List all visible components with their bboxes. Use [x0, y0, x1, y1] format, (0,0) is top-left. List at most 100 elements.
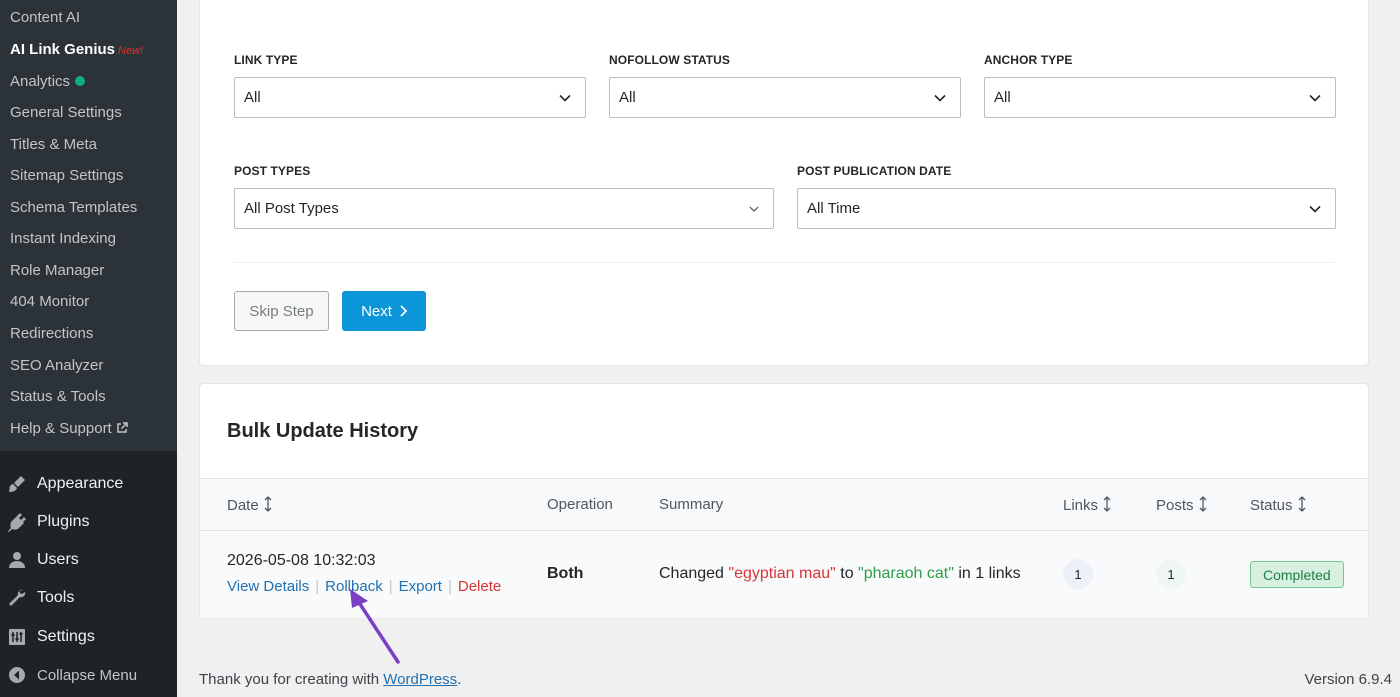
table-header: Date Operation Summary Links Posts Statu…	[200, 478, 1368, 531]
external-link-icon	[116, 422, 128, 433]
column-header-label: Posts	[1156, 497, 1194, 514]
submenu-item-help-support[interactable]: Help & Support	[10, 419, 128, 439]
bulk-update-history-card: Bulk Update History Date Operation Summa…	[199, 383, 1369, 617]
settings-icon	[7, 627, 27, 647]
footer-thanks-prefix: Thank you for creating with	[199, 671, 384, 688]
submenu-item-content-ai[interactable]: Content AI	[10, 8, 80, 28]
summary-suffix: in 1 links	[953, 565, 1021, 582]
export-link[interactable]: Export	[399, 578, 442, 595]
menu-item-label: Users	[37, 551, 79, 568]
link-type-select[interactable]: All	[234, 77, 586, 118]
collapse-menu-button[interactable]: Collapse Menu	[0, 657, 177, 693]
sort-icon	[1103, 496, 1111, 512]
submenu-item-label: AI Link Genius	[10, 41, 116, 58]
column-header-label: Status	[1250, 497, 1293, 514]
column-header-status[interactable]: Status	[1250, 496, 1306, 514]
post-publication-date-label: POST PUBLICATION DATE	[797, 164, 952, 178]
sort-icon	[264, 496, 272, 512]
submenu-item-analytics[interactable]: Analytics	[10, 72, 86, 92]
filter-card: LINK TYPE All NOFOLLOW STATUS All ANCHOR…	[199, 0, 1369, 366]
paintbrush-icon	[7, 474, 27, 494]
collapse-icon	[7, 665, 27, 685]
divider	[233, 262, 1335, 263]
menu-item-tools[interactable]: Tools	[0, 580, 177, 616]
row-date: 2026-05-08 10:32:03	[227, 552, 376, 569]
admin-sidebar: Content AI AI Link Genius New! Analytics …	[0, 0, 177, 697]
action-separator: |	[388, 578, 393, 595]
wordpress-link[interactable]: WordPress	[383, 671, 457, 688]
action-separator: |	[447, 578, 452, 595]
links-count-badge: 1	[1063, 559, 1093, 589]
submenu-item-schema-templates[interactable]: Schema Templates	[10, 198, 137, 218]
menu-item-label: Appearance	[37, 475, 124, 492]
view-details-link[interactable]: View Details	[227, 578, 309, 595]
nofollow-status-select[interactable]: All	[609, 77, 961, 118]
skip-step-label: Skip Step	[249, 302, 314, 320]
submenu-item-sitemap-settings[interactable]: Sitemap Settings	[10, 166, 123, 186]
post-types-select[interactable]: All Post Types	[234, 188, 774, 229]
nofollow-status-value: All	[619, 89, 636, 106]
submenu-item-instant-indexing[interactable]: Instant Indexing	[10, 229, 116, 249]
status-badge: Completed	[1250, 561, 1344, 588]
column-header-links[interactable]: Links	[1063, 496, 1111, 514]
delete-link[interactable]: Delete	[458, 578, 501, 595]
footer-version: Version 6.9.4	[1304, 671, 1392, 688]
new-badge: New!	[118, 45, 144, 57]
menu-item-label: Plugins	[37, 513, 90, 530]
column-header-date[interactable]: Date	[227, 496, 272, 514]
chevron-down-icon	[1309, 205, 1321, 213]
menu-item-settings[interactable]: Settings	[0, 619, 177, 655]
summary-to: "pharaoh cat"	[858, 565, 954, 582]
wrench-icon	[7, 588, 27, 608]
submenu-item-404-monitor[interactable]: 404 Monitor	[10, 292, 89, 312]
sort-icon	[1199, 496, 1206, 512]
column-header-summary: Summary	[659, 496, 724, 513]
sort-icon	[1298, 496, 1305, 512]
posts-count-badge: 1	[1156, 559, 1186, 589]
column-header-label: Date	[227, 497, 259, 514]
column-header-operation: Operation	[547, 496, 613, 513]
post-types-value: All Post Types	[244, 200, 339, 217]
skip-step-button[interactable]: Skip Step	[234, 291, 329, 331]
menu-item-label: Tools	[37, 589, 75, 606]
anchor-type-select[interactable]: All	[984, 77, 1336, 118]
rank-math-submenu: Content AI AI Link Genius New! Analytics …	[0, 0, 177, 451]
submenu-item-status-tools[interactable]: Status & Tools	[10, 387, 106, 407]
next-label: Next	[361, 302, 392, 320]
submenu-item-role-manager[interactable]: Role Manager	[10, 261, 104, 281]
table-row: 2026-05-08 10:32:03 View Details | Rollbac…	[200, 532, 1368, 617]
submenu-item-general-settings[interactable]: General Settings	[10, 103, 122, 123]
status-dot-icon	[75, 76, 86, 86]
main-content: LINK TYPE All NOFOLLOW STATUS All ANCHOR…	[177, 0, 1400, 697]
summary-from: "egyptian mau"	[728, 565, 836, 582]
menu-item-appearance[interactable]: Appearance	[0, 466, 177, 502]
chevron-right-icon	[400, 305, 407, 317]
column-header-posts[interactable]: Posts	[1156, 496, 1207, 514]
action-separator: |	[315, 578, 320, 595]
menu-item-plugins[interactable]: Plugins	[0, 504, 177, 540]
menu-item-users[interactable]: Users	[0, 542, 177, 578]
submenu-item-redirections[interactable]: Redirections	[10, 324, 93, 344]
footer-thanks-suffix: .	[457, 671, 462, 688]
submenu-item-ai-link-genius[interactable]: AI Link Genius New!	[10, 40, 143, 61]
anchor-type-value: All	[994, 89, 1011, 106]
summary-prefix: Changed	[659, 565, 729, 582]
row-summary: Changed "egyptian mau" to "pharaoh cat" …	[659, 565, 1021, 583]
post-publication-date-value: All Time	[807, 200, 861, 217]
menu-item-label: Settings	[37, 628, 95, 645]
link-type-label: LINK TYPE	[234, 53, 298, 67]
rollback-link[interactable]: Rollback	[325, 578, 383, 595]
submenu-item-titles-meta[interactable]: Titles & Meta	[10, 135, 97, 155]
chevron-down-icon	[749, 206, 759, 212]
post-publication-date-select[interactable]: All Time	[797, 188, 1336, 229]
users-icon	[7, 550, 27, 570]
summary-mid: to	[835, 565, 859, 582]
next-button[interactable]: Next	[342, 291, 426, 331]
row-operation: Both	[547, 565, 584, 582]
link-type-value: All	[244, 89, 261, 106]
nofollow-status-label: NOFOLLOW STATUS	[609, 53, 731, 67]
chevron-down-icon	[1309, 94, 1321, 102]
section-title: Bulk Update History	[227, 420, 419, 442]
submenu-item-seo-analyzer[interactable]: SEO Analyzer	[10, 356, 103, 376]
row-actions: View Details | Rollback | Export | Delete	[227, 578, 501, 595]
